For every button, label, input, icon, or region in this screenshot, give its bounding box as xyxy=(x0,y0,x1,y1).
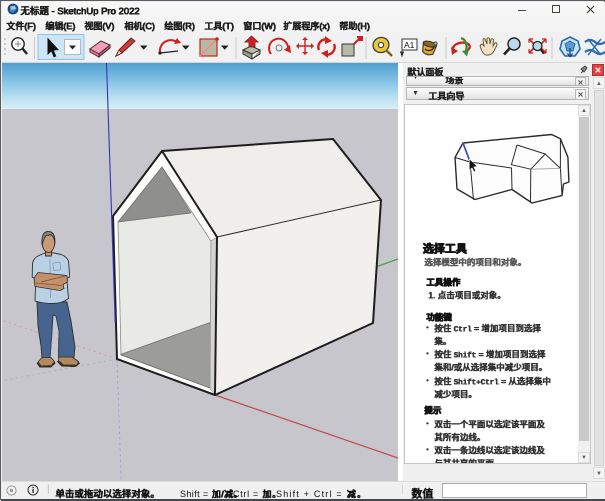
svg-text:A1: A1 xyxy=(404,40,415,50)
